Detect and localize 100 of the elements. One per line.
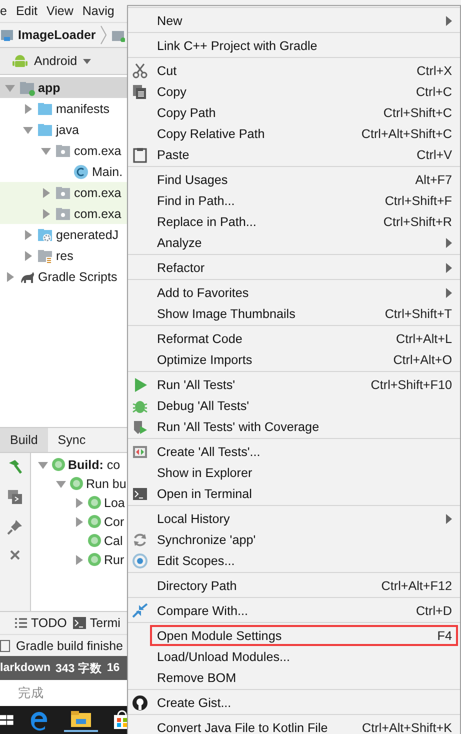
menu-bar-item[interactable]: Edit: [16, 4, 38, 18]
breadcrumb-separator-icon: [100, 25, 107, 45]
copy-icon: [132, 84, 148, 100]
menu-item[interactable]: Open in Terminal: [150, 483, 458, 504]
package-icon: [55, 142, 71, 158]
menu-item[interactable]: Copy Path Ctrl+Shift+C: [150, 102, 458, 123]
shortcut-text: Ctrl+Alt+F12: [380, 578, 452, 592]
menu-item[interactable]: Link C++ Project with Gradle: [150, 35, 458, 56]
tree-item[interactable]: res: [0, 245, 127, 266]
terminal-icon: [72, 617, 86, 629]
tree-item[interactable]: Main.: [0, 161, 127, 182]
editor-bar-text: larkdown: [0, 662, 50, 674]
menu-bar-item[interactable]: View: [46, 4, 74, 18]
shortcut-text: Ctrl+X: [416, 64, 452, 78]
submenu-arrow-icon: [446, 514, 452, 524]
menu-item[interactable]: Analyze: [150, 232, 458, 253]
menu-item[interactable]: Show in Explorer: [150, 462, 458, 483]
menu-item[interactable]: Run 'All Tests' with Coverage: [150, 416, 458, 437]
compare-arrows-icon: [132, 602, 148, 618]
folder-icon: [37, 122, 53, 138]
coverage-icon: [132, 418, 148, 434]
tree-item[interactable]: generatedJ: [0, 224, 127, 245]
menu-item[interactable]: Copy Ctrl+C: [150, 81, 458, 102]
menu-item[interactable]: New: [150, 10, 458, 31]
menu-item[interactable]: Edit Scopes...: [150, 550, 458, 571]
tree-item[interactable]: java: [0, 119, 127, 140]
tree-item[interactable]: Gradle Scripts: [0, 266, 127, 287]
menu-item[interactable]: Show Image Thumbnails Ctrl+Shift+T: [150, 303, 458, 324]
tree-label: com.exa: [74, 186, 122, 200]
shortcut-text: Ctrl+Alt+Shift+K: [361, 720, 452, 734]
menu-item[interactable]: Run 'All Tests' Ctrl+Shift+F10: [150, 374, 458, 395]
build-step[interactable]: Cal: [104, 534, 123, 548]
project-view-selector[interactable]: Android: [34, 54, 78, 68]
menu-item[interactable]: Optimize Imports Ctrl+Alt+O: [150, 349, 458, 370]
tool-window-tab[interactable]: Termi: [72, 616, 120, 630]
package-icon: [55, 206, 71, 222]
build-step[interactable]: Run bu: [86, 476, 126, 490]
tree-label: Main.: [92, 164, 123, 178]
menu-item[interactable]: Remove BOM: [150, 667, 458, 688]
tree-item[interactable]: manifests: [0, 98, 127, 119]
menu-item[interactable]: Add to Favorites: [150, 282, 458, 303]
success-icon: [88, 496, 101, 509]
menu-item[interactable]: Reformat Code Ctrl+Alt+L: [150, 328, 458, 349]
build-step[interactable]: Loa: [104, 496, 125, 510]
submenu-arrow-icon: [446, 238, 452, 248]
menu-item[interactable]: Cut Ctrl+X: [150, 60, 458, 81]
clipboard-icon: [132, 146, 148, 162]
close-icon[interactable]: [9, 549, 21, 561]
build-step[interactable]: Rur: [104, 552, 124, 566]
start-icon[interactable]: [0, 712, 14, 728]
menu-bar-item[interactable]: Navig: [82, 4, 114, 18]
panel-tab[interactable]: Build: [0, 428, 48, 452]
tree-label: com.exa: [74, 206, 122, 220]
menu-item[interactable]: Paste Ctrl+V: [150, 144, 458, 165]
tool-window-tab[interactable]: TODO: [14, 616, 67, 630]
panel-tab[interactable]: Sync: [48, 428, 96, 452]
menu-item[interactable]: Replace in Path... Ctrl+Shift+R: [150, 211, 458, 232]
menu-item[interactable]: Create 'All Tests'...: [150, 441, 458, 462]
menu-item[interactable]: Synchronize 'app': [150, 529, 458, 550]
success-icon: [88, 534, 101, 547]
tree-item[interactable]: com.exa: [0, 182, 127, 203]
shortcut-text: Ctrl+Alt+Shift+C: [360, 126, 452, 140]
menu-item[interactable]: Directory Path Ctrl+Alt+F12: [150, 575, 458, 596]
breadcrumb-project[interactable]: ImageLoader: [18, 28, 96, 42]
hammer-icon[interactable]: [7, 459, 23, 475]
android-icon: [12, 53, 28, 69]
menu-item[interactable]: Open Module Settings F4: [150, 625, 458, 646]
menu-item[interactable]: Convert Java File to Kotlin File Ctrl+Alt+Shift+K: [150, 717, 458, 734]
console-icon[interactable]: [7, 489, 23, 505]
menu-item[interactable]: Refactor: [150, 257, 458, 278]
menu-item[interactable]: Create Gist...: [150, 692, 458, 713]
project-icon: [0, 28, 14, 42]
menu-item[interactable]: Compare With... Ctrl+D: [150, 600, 458, 621]
menu-item[interactable]: Load/Unload Modules...: [150, 646, 458, 667]
build-step[interactable]: Build: co: [68, 458, 120, 472]
editor-bar-text: 16: [106, 662, 120, 674]
folder-icon[interactable]: [70, 710, 92, 728]
menu-item[interactable]: Local History: [150, 508, 458, 529]
menu-item[interactable]: Find in Path... Ctrl+Shift+F: [150, 190, 458, 211]
shortcut-text: Ctrl+V: [416, 148, 452, 162]
tree-item[interactable]: com.exa: [0, 140, 127, 161]
pin-icon[interactable]: [7, 519, 23, 535]
build-step[interactable]: Cor: [104, 514, 124, 528]
terminal-icon: [132, 486, 148, 502]
menu-item[interactable]: Find Usages Alt+F7: [150, 169, 458, 190]
success-icon: [88, 515, 101, 528]
menu-item[interactable]: Copy Relative Path Ctrl+Alt+Shift+C: [150, 123, 458, 144]
resource-folder-icon: [37, 248, 53, 264]
menu-item[interactable]: Debug 'All Tests': [150, 395, 458, 416]
shortcut-text: Ctrl+Alt+O: [392, 352, 452, 366]
shortcut-text: Ctrl+Shift+T: [384, 306, 452, 320]
scissors-icon: [132, 62, 148, 78]
tree-label: res: [56, 248, 74, 262]
class-icon: [73, 164, 89, 180]
browser-icon[interactable]: [28, 709, 50, 731]
tree-item[interactable]: app: [0, 77, 127, 98]
tree-label: Gradle Scripts: [38, 270, 118, 284]
menu-bar-item[interactable]: e: [0, 4, 7, 18]
tree-item[interactable]: com.exa: [0, 203, 127, 224]
package-icon: [55, 184, 71, 200]
